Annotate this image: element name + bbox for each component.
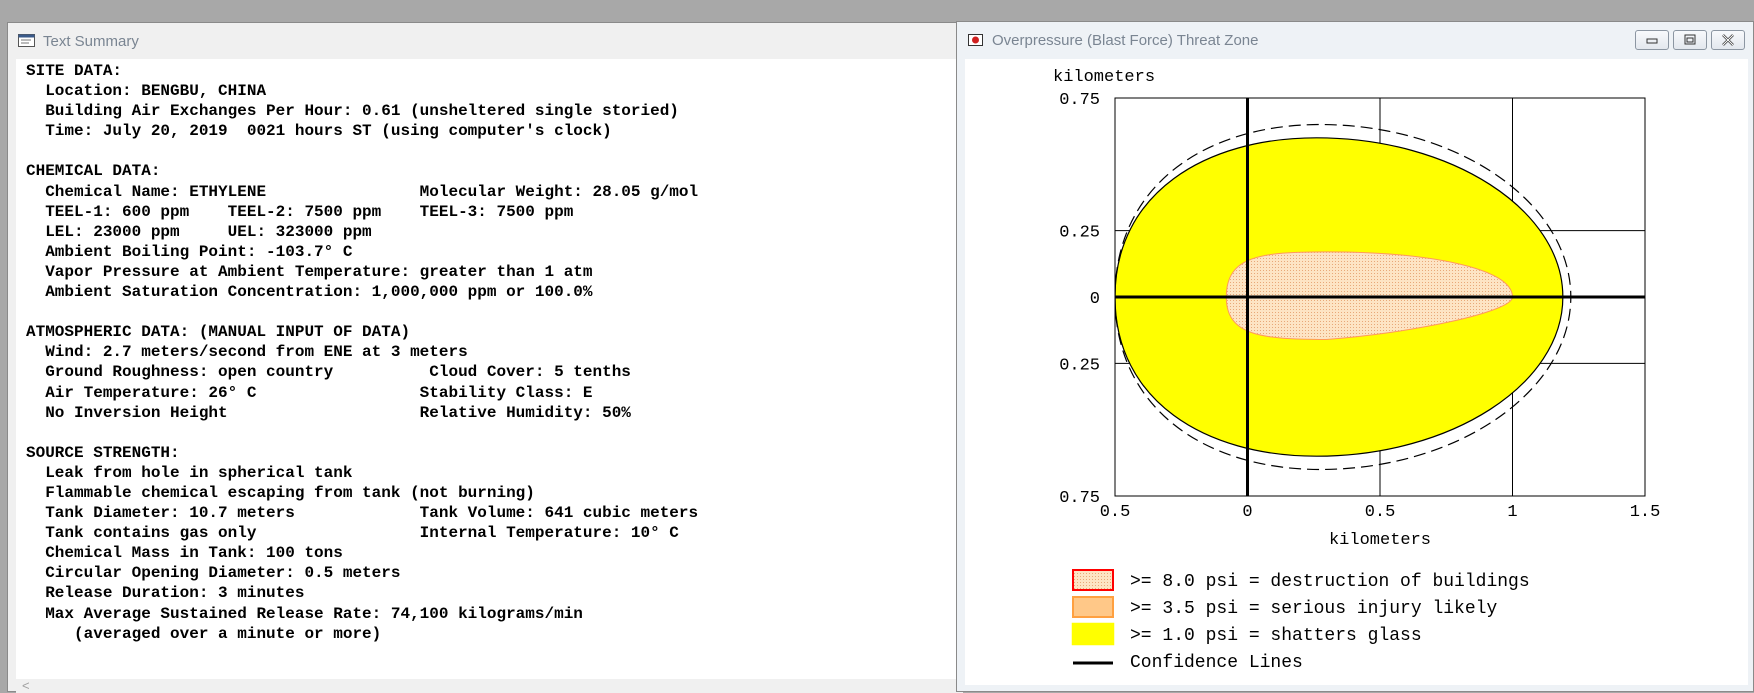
legend: >= 8.0 psi = destruction of buildings >= …	[1071, 569, 1530, 673]
summary-line: (averaged over a minute or more)	[26, 624, 382, 643]
threat-zone-plot-area: kilometers kilometers 0.5 0 0.5 1 1.5 0.75 0.2…	[965, 59, 1748, 685]
y-axis-label: kilometers	[1053, 68, 1155, 87]
summary-line: CHEMICAL DATA:	[26, 162, 161, 181]
legend-swatch	[1071, 622, 1115, 646]
summary-line: Flammable chemical escaping from tank (n…	[26, 483, 535, 502]
summary-line: Building Air Exchanges Per Hour: 0.61 (u…	[26, 102, 679, 121]
y-tick-label: 0.25	[1059, 356, 1100, 375]
threat-zone-window[interactable]: Overpressure (Blast Force) Threat Zone k…	[956, 21, 1754, 692]
threat-zone-chart: kilometers kilometers 0.5 0 0.5 1 1.5 0.75 0.2…	[1053, 68, 1661, 673]
summary-line: Ambient Boiling Point: -103.7° C	[26, 242, 353, 261]
summary-line: TEEL-1: 600 ppm TEEL-2: 7500 ppm TEEL-3:…	[26, 202, 574, 221]
summary-line: Ambient Saturation Concentration: 1,000,…	[26, 283, 593, 302]
summary-line: Tank contains gas only Internal Temperat…	[26, 524, 679, 543]
legend-label: >= 8.0 psi = destruction of buildings	[1130, 572, 1530, 592]
legend-swatch	[1072, 569, 1114, 591]
summary-text-area: SITE DATA: Location: BENGBU, CHINA Build…	[16, 59, 963, 679]
minimize-button[interactable]	[1635, 30, 1669, 50]
summary-line: Vapor Pressure at Ambient Temperature: g…	[26, 262, 593, 281]
summary-line: Wind: 2.7 meters/second from ENE at 3 me…	[26, 343, 468, 362]
close-button[interactable]	[1711, 30, 1745, 50]
maximize-icon	[1684, 34, 1696, 45]
legend-label: >= 3.5 psi = serious injury likely	[1130, 599, 1497, 619]
x-tick-label: 1.5	[1630, 503, 1661, 522]
summary-line: Tank Diameter: 10.7 meters Tank Volume: …	[26, 504, 699, 523]
legend-label: Confidence Lines	[1130, 653, 1303, 673]
summary-line: Chemical Mass in Tank: 100 tons	[26, 544, 343, 563]
summary-line: No Inversion Height Relative Humidity: 5…	[26, 403, 631, 422]
legend-label: >= 1.0 psi = shatters glass	[1130, 626, 1422, 646]
x-tick-label: 0.5	[1100, 503, 1131, 522]
y-tick-label: 0.25	[1059, 224, 1100, 243]
summary-line: Ground Roughness: open country Cloud Cov…	[26, 363, 631, 382]
x-axis-label: kilometers	[1329, 531, 1431, 550]
window-title: Overpressure (Blast Force) Threat Zone	[992, 31, 1259, 49]
y-tick-label: 0	[1090, 290, 1100, 309]
summary-line: Location: BENGBU, CHINA	[26, 82, 267, 101]
summary-line: LEL: 23000 ppm UEL: 323000 ppm	[26, 222, 372, 241]
minimize-icon	[1646, 38, 1658, 44]
summary-line: Release Duration: 3 minutes	[26, 584, 305, 603]
summary-line: Time: July 20, 2019 0021 hours ST (using…	[26, 122, 612, 141]
summary-line: Leak from hole in spherical tank	[26, 463, 353, 482]
y-tick-label: 0.75	[1059, 91, 1100, 110]
window-buttons	[1635, 30, 1745, 50]
horizontal-scrollbar[interactable]: <	[16, 678, 963, 693]
summary-line: Max Average Sustained Release Rate: 74,1…	[26, 604, 583, 623]
x-tick-label: 0.5	[1365, 503, 1396, 522]
summary-line: SITE DATA:	[26, 62, 123, 80]
summary-line: Chemical Name: ETHYLENE Molecular Weight…	[26, 182, 699, 201]
window-title: Text Summary	[43, 32, 139, 50]
text-summary-window[interactable]: Text Summary SITE DATA: Location: BENGBU…	[7, 22, 963, 693]
maximize-button[interactable]	[1673, 30, 1707, 50]
legend-swatch	[1072, 596, 1114, 618]
summary-line: Air Temperature: 26° C Stability Class: …	[26, 383, 593, 402]
threat-zone-titlebar[interactable]: Overpressure (Blast Force) Threat Zone	[957, 22, 1753, 58]
y-tick-label: 0.75	[1059, 489, 1100, 508]
x-tick-label: 0	[1242, 503, 1252, 522]
summary-line: Circular Opening Diameter: 0.5 meters	[26, 564, 401, 583]
summary-text: SITE DATA: Location: BENGBU, CHINA Build…	[16, 59, 963, 644]
summary-line: SOURCE STRENGTH:	[26, 443, 180, 462]
scroll-left-icon[interactable]: <	[22, 678, 30, 693]
close-icon	[1722, 34, 1734, 46]
summary-line: ATMOSPHERIC DATA: (MANUAL INPUT OF DATA)	[26, 323, 411, 342]
text-summary-titlebar[interactable]: Text Summary	[8, 23, 961, 59]
x-tick-label: 1	[1507, 503, 1517, 522]
threat-zone-icon	[967, 33, 985, 47]
document-icon	[18, 34, 36, 48]
